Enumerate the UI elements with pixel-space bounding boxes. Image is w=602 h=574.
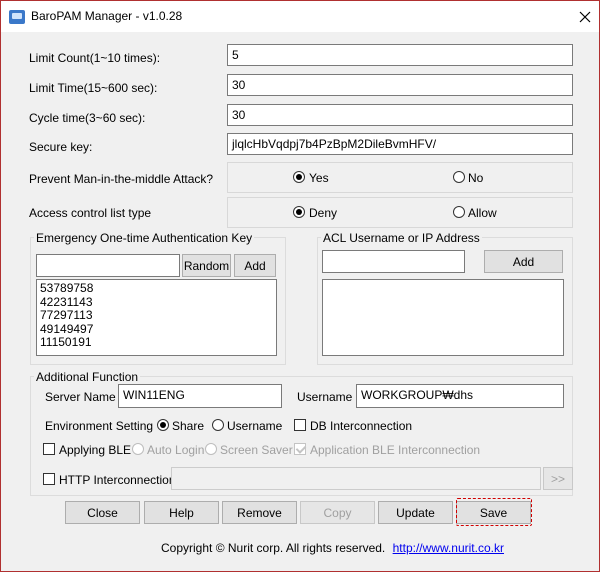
close-icon[interactable] (571, 3, 599, 31)
db-interconnection-checkbox[interactable] (294, 419, 306, 431)
acl-input[interactable] (322, 250, 465, 273)
http-url-input[interactable] (171, 467, 541, 490)
mitm-yes-label[interactable]: Yes (309, 171, 329, 185)
screen-saver-radio[interactable] (205, 443, 217, 455)
share-radio[interactable] (157, 419, 169, 431)
mitm-yes-radio[interactable] (293, 171, 305, 183)
secure-key-label: Secure key: (29, 140, 93, 154)
application-ble-checkbox[interactable] (294, 443, 306, 455)
db-interconnection-label[interactable]: DB Interconnection (310, 419, 412, 433)
emergency-key-input[interactable] (36, 254, 180, 277)
list-item[interactable]: 42231143 (40, 295, 273, 310)
window-title: BaroPAM Manager - v1.0.28 (31, 9, 183, 23)
list-item[interactable]: 11150191 (40, 336, 273, 350)
copyright-text: Copyright © Nurit corp. All rights reser… (161, 541, 386, 555)
list-item[interactable]: 53789758 (40, 281, 273, 296)
acl-add-button[interactable]: Add (484, 250, 563, 273)
username-label: Username (297, 390, 353, 404)
additional-function-title: Additional Function (34, 370, 141, 384)
username-option-radio[interactable] (212, 419, 224, 431)
server-name-input[interactable]: WIN11ENG (118, 384, 282, 408)
acl-type-options-panel (227, 197, 573, 228)
acl-deny-radio[interactable] (293, 206, 305, 218)
close-button[interactable]: Close (65, 501, 140, 524)
application-ble-label[interactable]: Application BLE Interconnection (310, 443, 480, 457)
emergency-key-title: Emergency One-time Authentication Key (34, 231, 255, 245)
title-bar[interactable]: BaroPAM Manager - v1.0.28 (1, 1, 599, 32)
mitm-label: Prevent Man-in-the-middle Attack? (29, 172, 214, 186)
applying-ble-checkbox[interactable] (43, 443, 55, 455)
mitm-no-radio[interactable] (453, 171, 465, 183)
app-icon (9, 10, 25, 24)
website-link[interactable]: http://www.nurit.co.kr (393, 541, 504, 555)
random-button[interactable]: Random (182, 254, 231, 277)
list-item[interactable]: 49149497 (40, 322, 273, 337)
server-name-label: Server Name (45, 390, 116, 404)
emergency-add-button[interactable]: Add (234, 254, 276, 277)
update-button[interactable]: Update (378, 501, 453, 524)
list-item[interactable]: 77297113 (40, 309, 273, 323)
footer: Copyright © Nurit corp. All rights reser… (161, 541, 504, 555)
help-button[interactable]: Help (144, 501, 219, 524)
limit-time-input[interactable]: 30 (227, 74, 573, 96)
remove-button[interactable]: Remove (222, 501, 297, 524)
acl-deny-label[interactable]: Deny (309, 206, 337, 220)
limit-count-input[interactable]: 5 (227, 44, 573, 66)
acl-list[interactable] (322, 279, 564, 356)
username-option-label[interactable]: Username (227, 419, 282, 433)
share-label[interactable]: Share (172, 419, 204, 433)
app-window: BaroPAM Manager - v1.0.28 Limit Count(1~… (0, 0, 600, 572)
limit-time-label: Limit Time(15~600 sec): (29, 81, 158, 95)
http-interconnection-checkbox[interactable] (43, 473, 55, 485)
applying-ble-label[interactable]: Applying BLE (59, 443, 131, 457)
mitm-no-label[interactable]: No (468, 171, 483, 185)
http-go-button[interactable]: >> (543, 467, 573, 490)
auto-login-label[interactable]: Auto Login (147, 443, 204, 457)
acl-type-label: Access control list type (29, 206, 152, 220)
limit-count-label: Limit Count(1~10 times): (29, 51, 161, 65)
environment-setting-label: Environment Setting (45, 419, 154, 433)
username-input[interactable]: WORKGROUP₩dhs (356, 384, 564, 408)
screen-saver-label[interactable]: Screen Saver (220, 443, 293, 457)
acl-title: ACL Username or IP Address (321, 231, 482, 245)
save-highlight (456, 498, 532, 526)
http-interconnection-label[interactable]: HTTP Interconnection (59, 473, 176, 487)
acl-allow-radio[interactable] (453, 206, 465, 218)
cycle-time-input[interactable]: 30 (227, 104, 573, 126)
cycle-time-label: Cycle time(3~60 sec): (29, 111, 146, 125)
acl-allow-label[interactable]: Allow (468, 206, 497, 220)
emergency-key-list[interactable]: 53789758 42231143 77297113 49149497 1115… (36, 279, 277, 356)
secure-key-input[interactable]: jlqlcHbVqdpj7b4PzBpM2DileBvmHFV/ (227, 133, 573, 155)
auto-login-radio[interactable] (132, 443, 144, 455)
mitm-options-panel (227, 162, 573, 193)
copy-button[interactable]: Copy (300, 501, 375, 524)
